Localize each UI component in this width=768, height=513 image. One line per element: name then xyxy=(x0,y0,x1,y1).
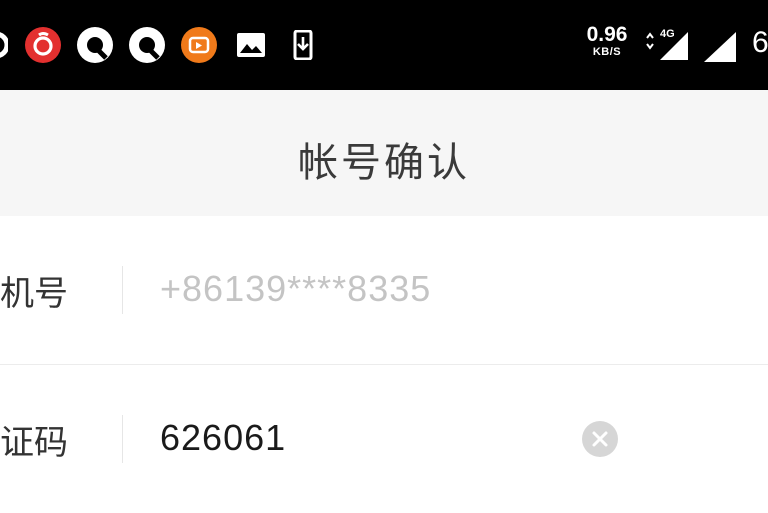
network-speed-value: 0.96 xyxy=(586,23,628,46)
netease-music-icon xyxy=(25,27,61,63)
divider xyxy=(122,266,123,314)
qq-icon xyxy=(77,27,113,63)
clear-input-button[interactable] xyxy=(582,421,618,457)
clear-icon xyxy=(592,431,608,447)
signal-strength-icon xyxy=(704,32,736,62)
network-speed-unit: KB/S xyxy=(592,46,622,58)
phone-field[interactable]: +86139****8335 xyxy=(160,268,431,310)
download-icon xyxy=(293,30,313,60)
weibo-video-icon xyxy=(181,27,217,63)
battery-level: 6 xyxy=(752,26,768,59)
signal-4g-icon: 4G xyxy=(646,28,688,60)
divider xyxy=(122,415,123,463)
network-type-label: 4G xyxy=(660,28,675,40)
image-icon xyxy=(237,33,265,57)
code-row: 证码 626061 xyxy=(0,364,768,513)
title-bar: 帐号确认 xyxy=(0,90,768,216)
phone-row: 机号 +86139****8335 xyxy=(0,216,768,364)
code-label: 证码 xyxy=(0,423,68,463)
status-bar: 0.96 KB/S 4G 6 xyxy=(0,0,768,90)
qq-icon xyxy=(129,27,165,63)
verification-code-field[interactable]: 626061 xyxy=(160,417,286,459)
network-speed: 0.96 KB/S xyxy=(583,24,631,58)
phone-label: 机号 xyxy=(0,274,68,314)
page-title: 帐号确认 xyxy=(298,140,470,186)
partial-icon xyxy=(0,32,8,58)
